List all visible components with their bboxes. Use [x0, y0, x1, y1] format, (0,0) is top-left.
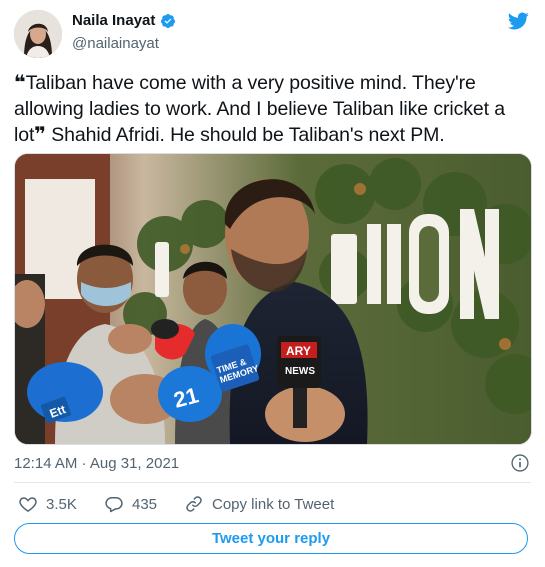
- tweet-your-reply-button[interactable]: Tweet your reply: [14, 523, 528, 554]
- link-icon: [186, 496, 202, 512]
- tweet-media-photo[interactable]: Ett 21 TIME & MEMORY ARY NEWS: [14, 153, 532, 445]
- svg-text:NEWS: NEWS: [285, 366, 315, 377]
- author-name-row[interactable]: Naila Inayat: [72, 12, 176, 29]
- quote-close: ❞: [34, 124, 46, 146]
- reply-count: 435: [132, 495, 158, 513]
- press-conference-photo: Ett 21 TIME & MEMORY ARY NEWS: [15, 154, 531, 444]
- author-name[interactable]: Naila Inayat: [72, 12, 155, 29]
- tweet-text: ❝Taliban have come with a very positive …: [14, 70, 529, 148]
- quote-open: ❝: [14, 72, 26, 94]
- tweet-timestamp[interactable]: 12:14 AM · Aug 31, 2021: [14, 455, 179, 472]
- twitter-bird-icon[interactable]: [505, 10, 531, 32]
- mic-label-ary: ARY: [286, 344, 311, 358]
- like-count: 3.5K: [46, 495, 77, 513]
- divider: [14, 482, 531, 483]
- tweet-card: Naila Inayat @nailainayat ❝Taliban have …: [0, 0, 545, 567]
- info-icon[interactable]: [510, 453, 530, 473]
- avatar[interactable]: [14, 10, 62, 58]
- verified-badge-icon: [161, 13, 176, 28]
- copy-link-label: Copy link to Tweet: [212, 495, 335, 513]
- tweet-rest-text: Shahid Afridi. He should be Taliban's ne…: [45, 124, 445, 146]
- heart-icon: [19, 497, 37, 512]
- author-handle[interactable]: @nailainayat: [72, 35, 159, 52]
- reply-count-button[interactable]: 435: [104, 494, 157, 514]
- copy-link-button[interactable]: Copy link to Tweet: [184, 494, 334, 514]
- comment-icon: [105, 497, 123, 513]
- like-button[interactable]: 3.5K: [18, 494, 77, 514]
